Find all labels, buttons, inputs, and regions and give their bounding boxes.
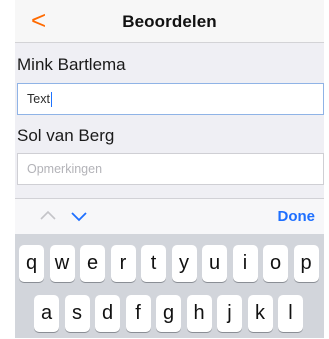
page-title: Beoordelen bbox=[122, 12, 217, 31]
key-t[interactable]: t bbox=[141, 245, 166, 282]
chevron-up-icon[interactable] bbox=[40, 208, 56, 224]
key-q[interactable]: q bbox=[19, 245, 44, 282]
text-cursor bbox=[50, 92, 52, 108]
navigation-bar: < Beoordelen bbox=[15, 0, 324, 43]
keyboard: q w e r t y u i o p a s d f g h j k l bbox=[15, 234, 324, 338]
key-j[interactable]: j bbox=[217, 295, 242, 332]
key-s[interactable]: s bbox=[64, 295, 90, 332]
text-field-value: Text bbox=[27, 92, 50, 106]
key-g[interactable]: g bbox=[156, 295, 181, 332]
key-w[interactable]: w bbox=[49, 245, 75, 282]
remarks-field[interactable]: Opmerkingen bbox=[17, 153, 324, 185]
assessment-text-field[interactable]: Text bbox=[17, 83, 324, 115]
key-u[interactable]: u bbox=[202, 245, 227, 282]
key-f[interactable]: f bbox=[125, 295, 151, 332]
done-button[interactable]: Done bbox=[278, 208, 316, 225]
chevron-down-icon[interactable] bbox=[71, 208, 87, 224]
key-a[interactable]: a bbox=[34, 295, 59, 332]
key-k[interactable]: k bbox=[247, 295, 273, 332]
keyboard-accessory-bar: Done bbox=[15, 198, 324, 235]
key-r[interactable]: r bbox=[110, 245, 136, 282]
key-i[interactable]: i bbox=[232, 245, 258, 282]
key-o[interactable]: o bbox=[263, 245, 288, 282]
key-e[interactable]: e bbox=[80, 245, 105, 282]
student-name-label: Mink Bartlema bbox=[17, 55, 126, 74]
key-h[interactable]: h bbox=[186, 295, 212, 332]
key-p[interactable]: p bbox=[293, 245, 319, 282]
key-d[interactable]: d bbox=[95, 295, 120, 332]
app-screen: < Beoordelen Mink Bartlema Text Sol van … bbox=[15, 0, 324, 338]
key-l[interactable]: l bbox=[278, 295, 303, 332]
key-y[interactable]: y bbox=[171, 245, 197, 282]
student-name-label: Sol van Berg bbox=[17, 126, 115, 145]
